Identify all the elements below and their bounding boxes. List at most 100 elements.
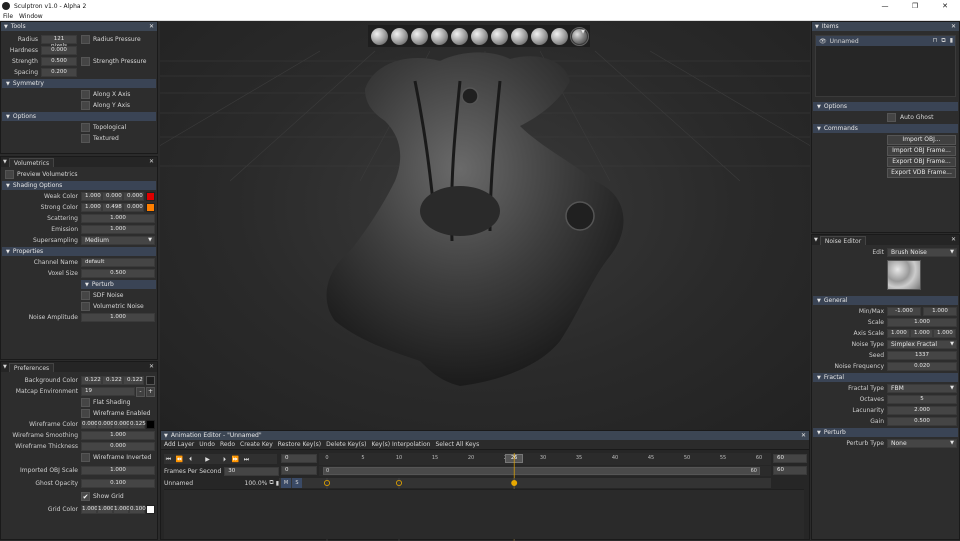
wireframe-inverted-checkbox[interactable] (81, 453, 90, 462)
last-frame-icon[interactable]: ⏭ (242, 455, 251, 464)
next-frame-icon[interactable]: ⏵ (220, 455, 229, 464)
sdf-noise-checkbox[interactable] (81, 291, 90, 300)
grid-swatch[interactable] (146, 505, 155, 514)
prev-key-icon[interactable]: ⏪ (175, 455, 184, 464)
noise-frequency-field[interactable]: 0.020 (887, 362, 957, 371)
collapse-icon[interactable]: ▼ (3, 364, 7, 370)
restore-icon[interactable]: ❐ (900, 0, 930, 12)
layer-mute-button[interactable]: M (281, 478, 291, 488)
bg-b-field[interactable]: 0.122 (123, 376, 144, 385)
bg-r-field[interactable]: 0.122 (81, 376, 102, 385)
tool-crease[interactable] (471, 27, 488, 45)
play-icon[interactable]: ▶ (203, 455, 212, 464)
noise-amplitude-field[interactable]: 1.000 (81, 313, 155, 322)
voxel-size-field[interactable]: 0.500 (81, 269, 155, 278)
strong-color-swatch[interactable] (146, 203, 155, 212)
lacunarity-field[interactable]: 2.000 (887, 406, 957, 415)
spacing-field[interactable]: 0.200 (41, 68, 77, 77)
strong-b-field[interactable]: 0.000 (123, 203, 144, 212)
scattering-field[interactable]: 1.000 (81, 214, 155, 223)
collapse-icon[interactable]: ▼ (4, 24, 8, 30)
tool-sphere[interactable] (411, 27, 428, 45)
viewport-canvas[interactable] (160, 21, 810, 430)
tools-panel-header[interactable]: ▼ Tools ✕ (1, 22, 157, 31)
shading-options-header[interactable]: ▼ Shading Options (2, 181, 156, 190)
bg-g-field[interactable]: 0.122 (102, 376, 123, 385)
matcap-minus-button[interactable]: - (136, 386, 145, 397)
preferences-tab[interactable]: Preferences (8, 363, 55, 372)
channel-name-field[interactable]: default (81, 258, 155, 267)
layer-solo-button[interactable]: S (292, 478, 302, 488)
layer-copy-icon[interactable]: ⧉ (269, 479, 273, 487)
eye-icon[interactable]: 👁 (819, 38, 827, 45)
edit-dropdown[interactable]: Brush Noise (887, 248, 957, 257)
delete-icon[interactable]: ▮ (950, 37, 953, 45)
next-key-icon[interactable]: ⏩ (231, 455, 240, 464)
tool-pinch[interactable] (511, 27, 528, 45)
volumetric-noise-checkbox[interactable] (81, 302, 90, 311)
fractal-type-dropdown[interactable]: FBM (887, 384, 957, 393)
interpolation-menu[interactable]: Key(s) Interpolation (371, 441, 430, 448)
grid-r-field[interactable]: 1.000 (81, 505, 98, 514)
options-section-header[interactable]: ▼ Options (2, 112, 156, 121)
strength-field[interactable]: 0.500 (41, 57, 77, 66)
items-options-header[interactable]: ▼ Options (813, 102, 958, 111)
commands-header[interactable]: ▼ Commands (813, 124, 958, 133)
general-header[interactable]: ▼ General (813, 296, 958, 305)
tool-noise[interactable] (570, 26, 589, 46)
weak-color-swatch[interactable] (146, 192, 155, 201)
list-item[interactable]: 👁 Unnamed ⊓ ⧉ ▮ (816, 36, 955, 46)
close-icon[interactable]: ✕ (951, 23, 956, 30)
tool-inflate[interactable] (391, 27, 408, 45)
add-layer-menu[interactable]: Add Layer (164, 441, 194, 448)
first-frame-icon[interactable]: ⏮ (164, 455, 173, 464)
perturb-type-dropdown[interactable]: None (887, 439, 957, 448)
hardness-field[interactable]: 0.000 (41, 46, 77, 55)
flat-shading-checkbox[interactable] (81, 398, 90, 407)
close-window-icon[interactable]: ✕ (930, 0, 960, 12)
background-swatch[interactable] (146, 376, 155, 385)
animation-editor-header[interactable]: ▼ Animation Editor - "Unnamed" ✕ (161, 431, 809, 440)
weak-r-field[interactable]: 1.000 (81, 192, 102, 201)
close-icon[interactable]: ✕ (149, 158, 154, 165)
noise-type-dropdown[interactable]: Simplex Fractal (887, 340, 957, 349)
symmetry-section-header[interactable]: ▼ Symmetry (2, 79, 156, 88)
menu-window[interactable]: Window (19, 13, 43, 20)
wireframe-smoothing-slider[interactable]: 1.000 (81, 431, 155, 440)
menu-file[interactable]: File (3, 13, 13, 20)
end-frame-field[interactable]: 60 (773, 454, 807, 463)
scale-field[interactable]: 1.000 (887, 318, 957, 327)
tool-grab[interactable] (531, 27, 548, 45)
ghost-opacity-field[interactable]: 0.100 (81, 479, 155, 488)
matcap-field[interactable]: 19 (81, 387, 135, 396)
min-field[interactable]: -1.000 (887, 307, 921, 316)
show-grid-checkbox[interactable]: ✔ (81, 492, 90, 501)
axis-scale-x-field[interactable]: 1.000 (887, 329, 910, 338)
import-obj-button[interactable]: Import OBJ... (887, 135, 956, 145)
gain-field[interactable]: 0.500 (887, 417, 957, 426)
grid-g-field[interactable]: 1.000 (97, 505, 114, 514)
wire-a-field[interactable]: 0.125 (129, 420, 146, 429)
tool-layer[interactable] (551, 27, 568, 45)
close-icon[interactable]: ✕ (149, 363, 154, 370)
fractal-header[interactable]: ▼ Fractal (813, 373, 958, 382)
keyframe-marker[interactable] (511, 479, 518, 486)
auto-ghost-checkbox[interactable] (887, 113, 896, 122)
volumetrics-tab[interactable]: Volumetrics (8, 158, 55, 167)
wireframe-swatch[interactable] (146, 420, 155, 429)
tool-standard[interactable] (431, 27, 448, 45)
collapse-icon[interactable]: ▼ (164, 433, 168, 439)
grid-a-field[interactable]: 0.100 (129, 505, 146, 514)
max-field[interactable]: 1.000 (923, 307, 957, 316)
export-obj-frame-button[interactable]: Export OBJ Frame... (887, 157, 956, 167)
export-vdb-frame-button[interactable]: Export VDB Frame... (887, 168, 956, 178)
textured-checkbox[interactable] (81, 134, 90, 143)
grid-b-field[interactable]: 1.000 (113, 505, 130, 514)
sculpt-viewport[interactable] (160, 21, 810, 430)
prev-frame-icon[interactable]: ⏴ (186, 455, 195, 464)
lock-icon[interactable]: ⊓ (933, 37, 938, 45)
close-icon[interactable]: ✕ (801, 432, 806, 439)
strong-r-field[interactable]: 1.000 (81, 203, 102, 212)
collapse-icon[interactable]: ▼ (815, 24, 819, 30)
fps-field[interactable]: 30 (224, 466, 280, 476)
